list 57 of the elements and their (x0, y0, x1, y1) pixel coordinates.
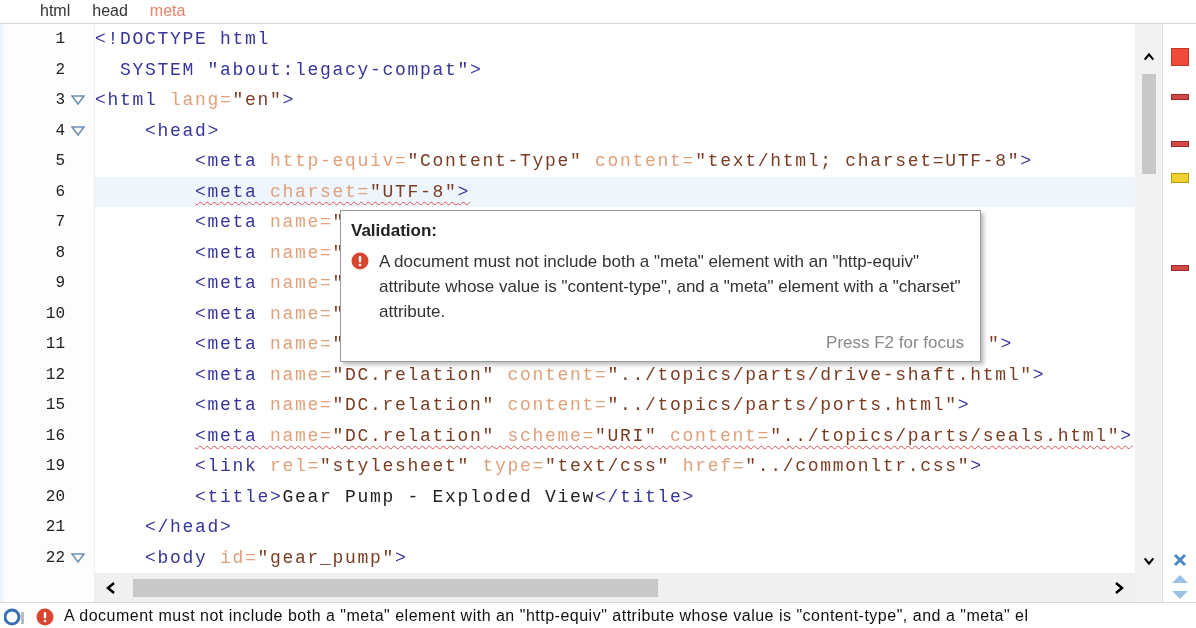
warning-marker[interactable] (1171, 173, 1189, 183)
scroll-left-icon[interactable] (105, 580, 117, 595)
code-line: <body id="gear_pump"> (144, 547, 408, 568)
fold-icon[interactable] (71, 95, 85, 106)
scrollbar-thumb[interactable] (133, 578, 658, 597)
line-number: 12 (45, 365, 65, 384)
tooltip-message: A document must not include both a "meta" element with an "http-equiv" attribute whose value is "content-type", and a "meta" element with a "charset" attribute. (379, 251, 962, 323)
error-summary-marker[interactable] (1170, 48, 1189, 66)
code-line: <meta http-equiv="Content-Type" content="text/html; charset=UTF-8"> (194, 151, 1033, 172)
line-number: 22 (45, 548, 65, 567)
line-number: 3 (55, 91, 65, 110)
code-line: <meta name="DC.relation" content="../topics/parts/ports.html"> (194, 395, 971, 416)
code-line: SYSTEM "about:legacy-compat"> (119, 59, 483, 80)
line-number: 8 (55, 243, 65, 262)
line-number: 16 (45, 426, 65, 445)
error-marker[interactable] (1171, 141, 1189, 147)
error-icon (351, 252, 369, 270)
line-number: 4 (55, 121, 65, 140)
tooltip-hint: Press F2 for focus (826, 333, 964, 353)
fold-icon[interactable] (71, 552, 85, 563)
line-number: 19 (45, 457, 65, 476)
code-line: <html lang="en"> (95, 90, 296, 111)
code-line: <title>Gear Pump - Exploded View</title> (194, 486, 696, 507)
line-number: 5 (55, 152, 65, 171)
breadcrumb-item[interactable]: head (92, 2, 128, 20)
line-number: 9 (55, 274, 65, 293)
code-line: <meta name="DC.relation" content="../topics/parts/drive-shaft.html"> (194, 364, 1046, 385)
code-fragment: "> (988, 334, 1014, 355)
line-number: 6 (55, 182, 65, 201)
error-marker[interactable] (1171, 265, 1189, 271)
tooltip-title: Validation: (351, 221, 438, 241)
line-number: 21 (45, 518, 65, 537)
error-icon (36, 608, 54, 626)
code-line: <link rel="stylesheet" type="text/css" href="../commonltr.css"> (194, 456, 983, 477)
vertical-scrollbar[interactable] (1135, 24, 1162, 602)
code-line: <!DOCTYPE html (95, 29, 271, 50)
breadcrumb-item[interactable]: html (40, 2, 71, 20)
code-line: <meta name="DC.relation" scheme="URI" content="../topics/parts/seals.html"> (194, 425, 1133, 446)
fold-icon[interactable] (71, 125, 85, 136)
line-number: 15 (45, 396, 65, 415)
error-marker[interactable] (1171, 94, 1189, 100)
line-number: 20 (45, 487, 65, 506)
previous-icon[interactable] (1170, 574, 1189, 584)
code-line: <meta charset="UTF-8"> (194, 181, 471, 202)
line-number: 7 (55, 213, 65, 232)
horizontal-scrollbar[interactable] (95, 573, 1135, 602)
line-number: 2 (55, 60, 65, 79)
scroll-right-icon[interactable] (1113, 580, 1125, 595)
line-number: 11 (45, 335, 65, 354)
line-number: 1 (55, 30, 65, 49)
code-line: <head> (144, 120, 221, 141)
scrollbar-thumb[interactable] (1141, 74, 1156, 174)
next-icon[interactable] (1170, 590, 1189, 600)
line-number: 10 (45, 304, 65, 323)
problem-message: A document must not include both a "meta" element with an "http-equiv" attribute whose value is "content-type", and a "meta" el (64, 606, 1029, 625)
code-line: </head> (144, 517, 233, 538)
close-icon[interactable] (1171, 552, 1188, 568)
